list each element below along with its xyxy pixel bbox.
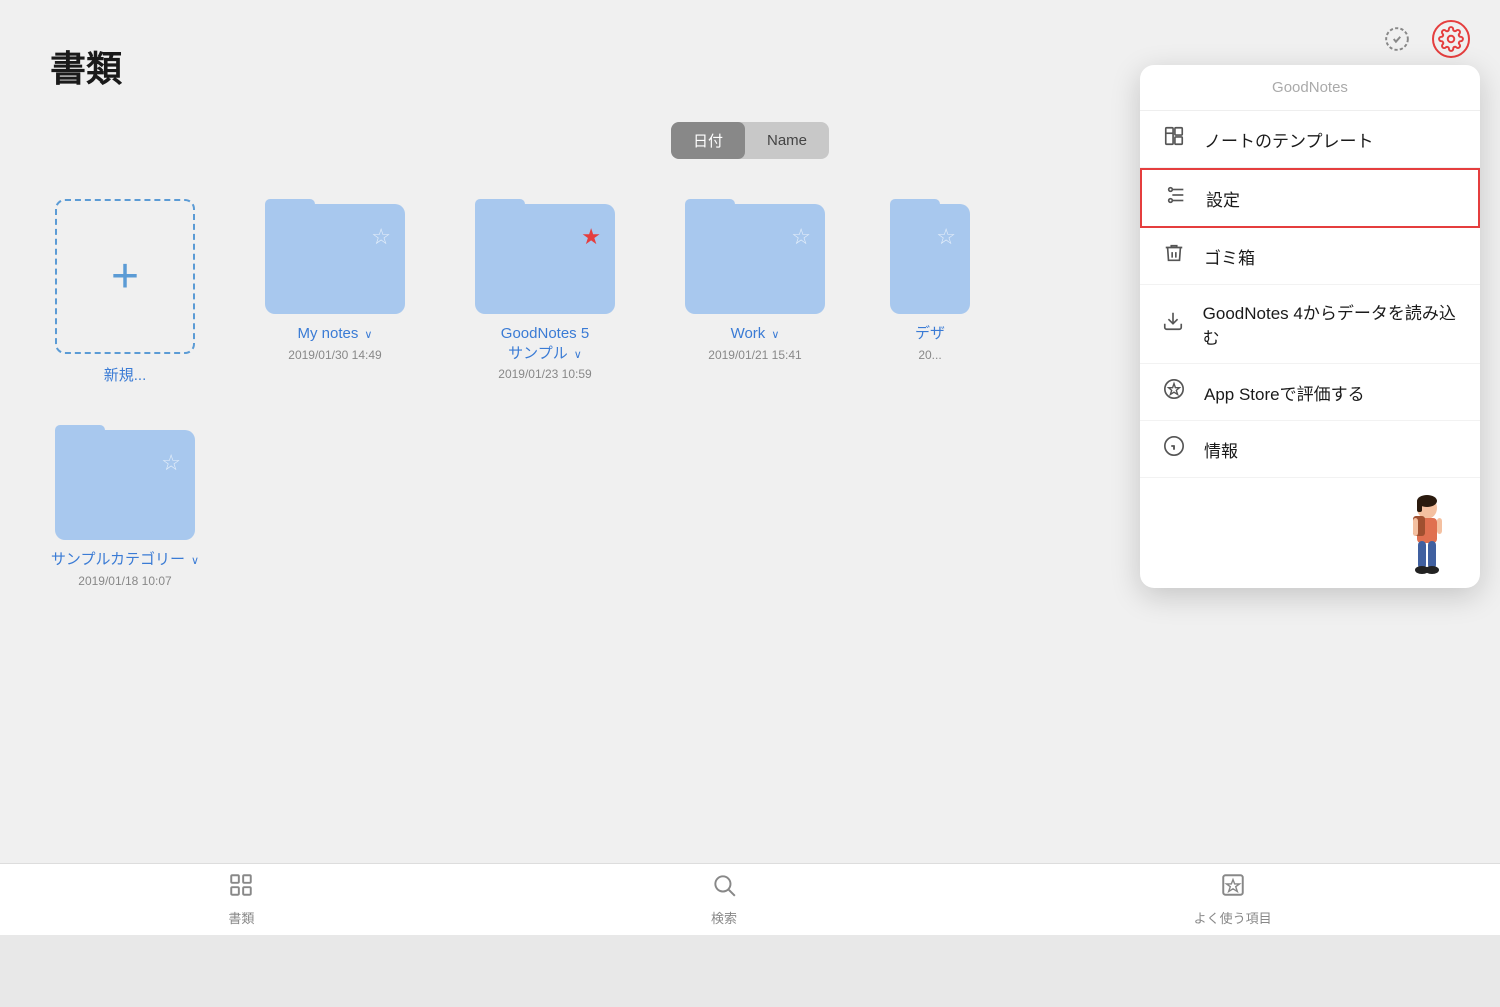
documents-tab-icon [228,872,254,904]
tab-favorites-label: よく使う項目 [1194,908,1272,927]
chevron-icon: ∨ [361,329,372,341]
folder-my-notes[interactable]: ☆ My notes ∨ 2019/01/30 14:49 [260,199,410,362]
chevron-icon: ∨ [571,349,582,361]
folder-body: ★ [475,204,615,314]
folder-partial-desa[interactable]: ☆ デザ 20... [890,199,970,362]
menu-item-templates[interactable]: ノートのテンプレート [1140,111,1480,168]
new-folder-button[interactable]: + [55,199,195,354]
star-icon-work: ☆ [791,224,811,250]
plus-icon: + [111,253,139,301]
folder-name-my-notes: My notes ∨ [298,324,373,344]
star-icon-my-notes: ☆ [371,224,391,250]
main-content: 書類 日付 Name + 新規... ☆ My notes ∨ [0,0,1500,935]
menu-label-appstore: App Storeで評価する [1204,380,1365,405]
menu-item-trash[interactable]: ゴミ箱 [1140,228,1480,285]
menu-item-settings[interactable]: 設定 [1140,168,1480,228]
menu-label-trash: ゴミ箱 [1204,244,1255,269]
info-icon [1160,435,1188,463]
tab-documents[interactable]: 書類 [228,872,254,927]
folder-sample-category[interactable]: ☆ サンプルカテゴリー ∨ 2019/01/18 10:07 [50,425,200,588]
star-icon-sample: ☆ [161,450,181,476]
folder-name-desa: デザ [915,324,945,344]
folder-date-my-notes: 2019/01/30 14:49 [288,348,381,362]
chevron-icon: ∨ [188,555,199,567]
folder-icon-work: ☆ [685,199,825,314]
top-right-icons [1378,20,1470,58]
search-tab-icon [711,872,737,904]
folder-date-goodnotes: 2019/01/23 10:59 [498,367,591,381]
folder-name-goodnotes: GoodNotes 5サンプル ∨ [501,324,589,363]
chevron-icon: ∨ [768,329,779,341]
menu-item-info[interactable]: 情報 [1140,421,1480,478]
folder-body: ☆ [265,204,405,314]
dropdown-menu: GoodNotes ノートのテンプレート [1140,65,1480,588]
folder-goodnotes-sample[interactable]: ★ GoodNotes 5サンプル ∨ 2019/01/23 10:59 [470,199,620,381]
favorites-tab-icon [1220,872,1246,904]
tab-search-label: 検索 [711,908,737,927]
folder-icon-my-notes: ☆ [265,199,405,314]
settings-icon [1162,184,1190,212]
check-button[interactable] [1378,20,1416,58]
import-icon [1160,310,1187,338]
tab-search[interactable]: 検索 [711,872,737,927]
gear-button[interactable] [1432,20,1470,58]
tab-favorites[interactable]: よく使う項目 [1194,872,1272,927]
folder-date-desa: 20... [918,348,941,362]
folder-name-work: Work ∨ [731,324,780,344]
folder-body: ☆ [685,204,825,314]
star-icon-goodnotes: ★ [581,224,601,250]
folder-body: ☆ [55,430,195,540]
folder-body: ☆ [890,204,970,314]
tab-documents-label: 書類 [228,908,254,927]
menu-item-import[interactable]: GoodNotes 4からデータを読み込む [1140,285,1480,364]
menu-header: GoodNotes [1140,65,1480,111]
appstore-star-icon [1160,378,1188,406]
gear-icon [1438,26,1464,52]
star-icon-desa: ☆ [936,224,956,250]
menu-label-templates: ノートのテンプレート [1204,127,1374,152]
check-icon [1384,26,1410,52]
sort-by-date-button[interactable]: 日付 [671,122,745,159]
sort-toggle: 日付 Name [671,122,829,159]
menu-label-settings: 設定 [1206,186,1240,211]
character-illustration [1140,478,1480,588]
sort-by-name-button[interactable]: Name [745,122,829,159]
folder-date-work: 2019/01/21 15:41 [708,348,801,362]
folder-name-sample: サンプルカテゴリー ∨ [51,550,199,570]
menu-label-info: 情報 [1204,437,1238,462]
tab-bar: 書類 検索 よく使う項目 [0,863,1500,935]
template-icon [1160,125,1188,153]
folder-icon-desa: ☆ [890,199,970,314]
new-folder-item[interactable]: + 新規... [50,199,200,385]
trash-icon [1160,242,1188,270]
folder-date-sample: 2019/01/18 10:07 [78,574,171,588]
folder-icon-goodnotes: ★ [475,199,615,314]
menu-item-appstore[interactable]: App Storeで評価する [1140,364,1480,421]
menu-label-import: GoodNotes 4からデータを読み込む [1203,299,1460,349]
character-svg [1395,488,1460,578]
new-label: 新規... [104,364,147,385]
folder-work[interactable]: ☆ Work ∨ 2019/01/21 15:41 [680,199,830,362]
folder-icon-sample: ☆ [55,425,195,540]
